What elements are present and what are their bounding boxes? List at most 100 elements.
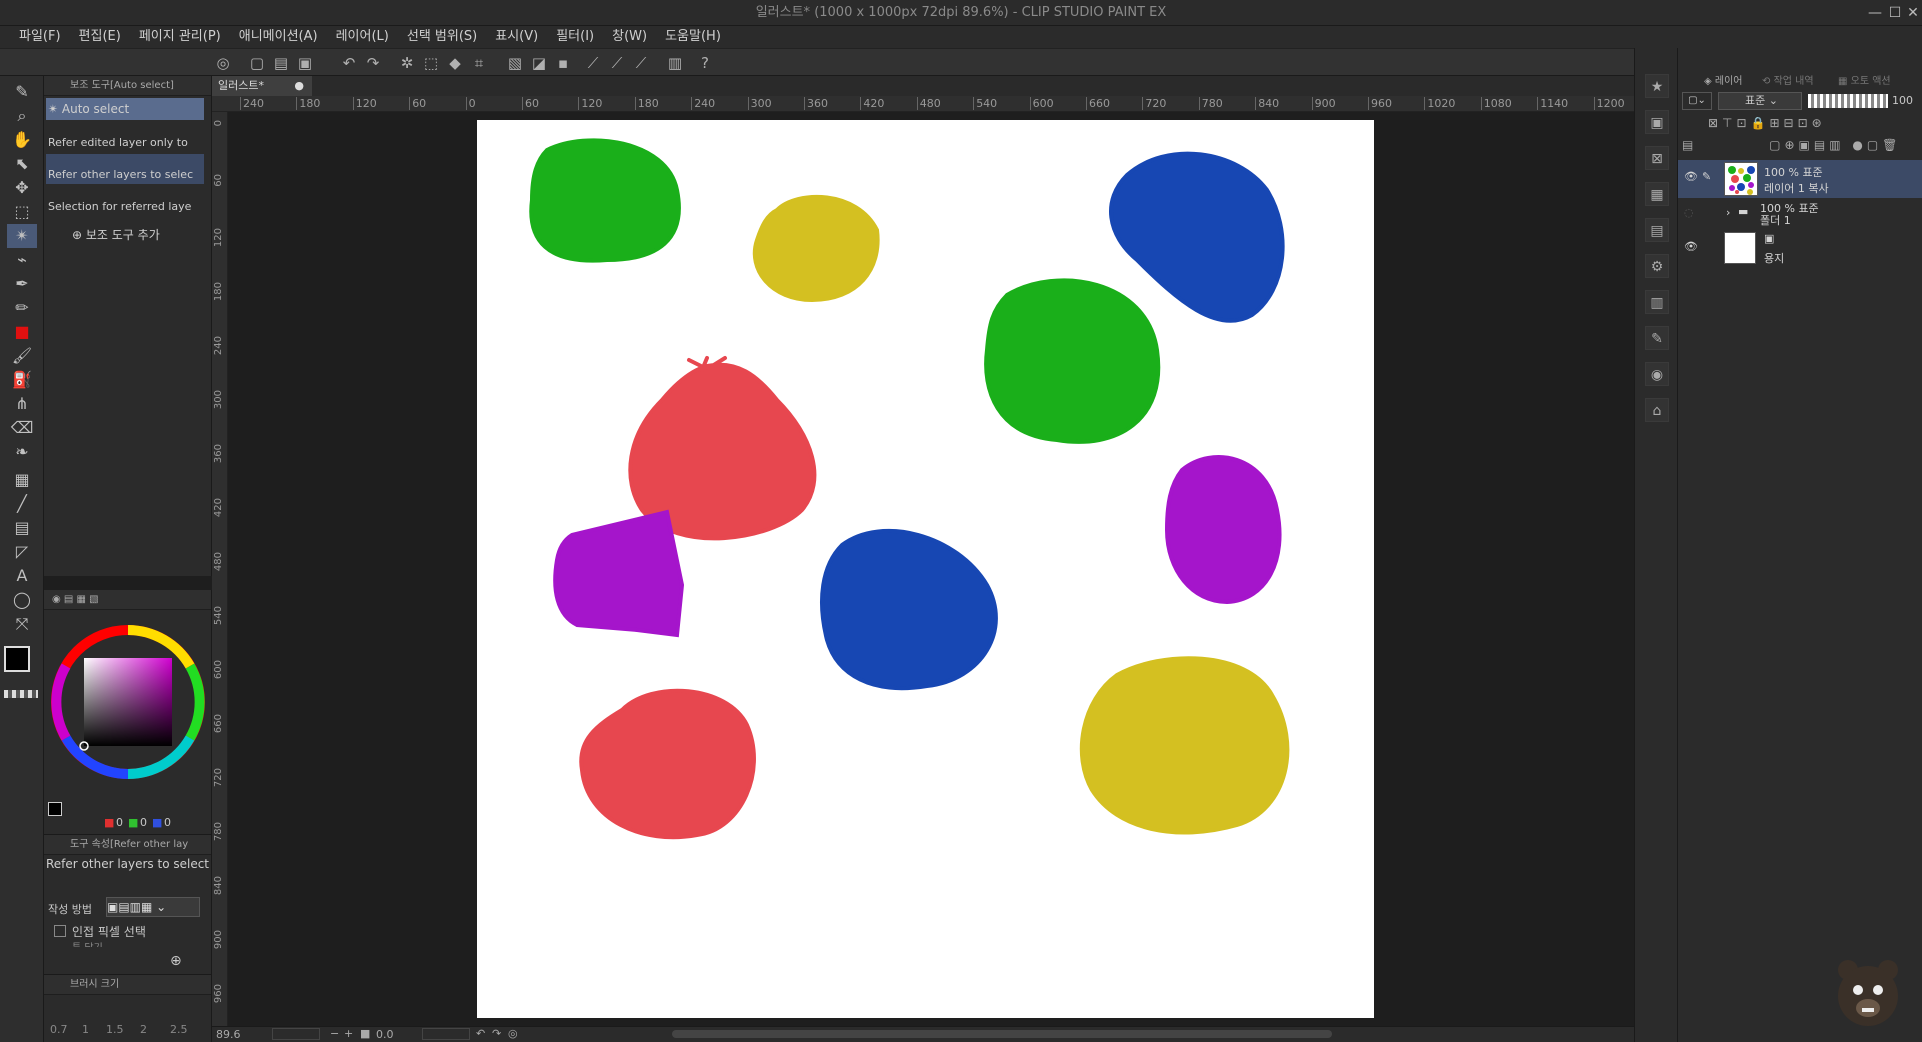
ruler-icon[interactable]: ◸ — [7, 540, 37, 564]
history-icon[interactable]: ✎ — [1645, 326, 1669, 350]
menu-filter[interactable]: 필터(I) — [547, 26, 603, 48]
transparent-color-swatch[interactable] — [4, 690, 38, 698]
item-bank-icon[interactable]: ⌂ — [1645, 398, 1669, 422]
angle-slider[interactable] — [422, 1028, 470, 1040]
main-color-swatch[interactable] — [4, 646, 30, 672]
pencil-icon[interactable]: ✏ — [7, 296, 37, 320]
sub-view-icon[interactable]: ⊠ — [1645, 146, 1669, 170]
menu-layer[interactable]: 레이어(L) — [327, 26, 398, 48]
auto-action-icon[interactable]: ◉ — [1645, 362, 1669, 386]
brush-size-1[interactable]: 1 — [82, 1023, 89, 1036]
save-icon[interactable]: ▣ — [294, 52, 316, 74]
undo-icon[interactable]: ↶ — [338, 52, 360, 74]
close-button[interactable]: ✕ — [1902, 0, 1922, 26]
opacity-value[interactable]: 100 — [1892, 94, 1913, 107]
line-icon[interactable]: ╱ — [7, 492, 37, 516]
clip-studio-icon[interactable]: ◎ — [212, 52, 234, 74]
layer-search-icon[interactable]: ⚙ — [1645, 254, 1669, 278]
tab-auto-action[interactable]: ▦ 오토 액션 — [1838, 72, 1891, 87]
brush-color-icon[interactable]: ■ — [7, 320, 37, 344]
reset-rotation-icon[interactable]: ◎ — [508, 1027, 518, 1040]
menu-animation[interactable]: 애니메이션(A) — [230, 26, 327, 48]
navigator-icon[interactable]: ▣ — [1645, 110, 1669, 134]
menu-file[interactable]: 파일(F) — [10, 26, 70, 48]
tab-layer[interactable]: ◈ 레이어 — [1704, 72, 1742, 87]
menu-view[interactable]: 표시(V) — [486, 26, 547, 48]
invert-selection-icon[interactable]: ◪ — [528, 52, 550, 74]
blend-mode-select[interactable]: 표준 ⌄ — [1718, 92, 1802, 110]
layer-tool-row-1[interactable]: ⊠⊤⊡🔒⊞⊟⊡⊛ — [1708, 116, 1826, 130]
zoom-value[interactable]: 89.6 — [216, 1028, 241, 1041]
object-select-icon[interactable]: ⬉ — [7, 152, 37, 176]
canvas-paper[interactable] — [477, 120, 1374, 1018]
stop-icon[interactable]: ■ — [360, 1027, 370, 1040]
zoom-icon[interactable]: ⌕ — [7, 104, 37, 128]
zoom-in-icon[interactable]: + — [344, 1027, 353, 1040]
text-icon[interactable]: A — [7, 564, 37, 588]
new-file-icon[interactable]: ▢ — [246, 52, 268, 74]
folder-expand-icon[interactable]: › — [1726, 206, 1730, 219]
subtool-refer-other[interactable]: Refer other layers to selec — [46, 154, 204, 184]
auto-select-icon[interactable]: ✴ — [7, 224, 37, 248]
frame-icon[interactable]: ▤ — [7, 516, 37, 540]
subtool-refer-edited[interactable]: Refer edited layer only to — [46, 122, 204, 152]
mode-buttons[interactable]: ▣▤▥▦ ⌄ — [106, 897, 200, 917]
redo-icon[interactable]: ↷ — [362, 52, 384, 74]
selection-border-icon[interactable]: ▪ — [552, 52, 574, 74]
selection-rect-icon[interactable]: ⬚ — [7, 200, 37, 224]
canvas-workspace[interactable] — [228, 112, 1634, 1026]
gradient-icon[interactable]: ▦ — [7, 468, 37, 492]
help-icon[interactable]: ? — [694, 52, 716, 74]
rotate-left-icon[interactable]: ↶ — [476, 1027, 485, 1040]
blend-icon[interactable]: ❧ — [7, 440, 37, 464]
crop-icon[interactable]: ⌗ — [468, 52, 490, 74]
move-icon[interactable]: ✥ — [7, 176, 37, 200]
snap-ruler-icon[interactable]: ⟋ — [582, 52, 604, 74]
subtool-auto-select[interactable]: ✴ Auto select — [46, 98, 204, 120]
material-icon[interactable]: ★ — [1645, 74, 1669, 98]
deselect-icon[interactable]: ▧ — [504, 52, 526, 74]
brush-size-2[interactable]: 1.5 — [106, 1023, 124, 1036]
settings-icon[interactable]: ⊕ — [170, 953, 182, 969]
eye-icon[interactable]: 👁 — [1684, 170, 1698, 183]
layer-tool-row-2[interactable]: ▤ ▢⊕▣▤▥ ●▢🗑 — [1678, 138, 1922, 152]
minimize-button[interactable]: — — [1864, 0, 1886, 26]
color-wheel[interactable] — [44, 618, 212, 786]
clear-icon[interactable]: ✲ — [396, 52, 418, 74]
illustration[interactable] — [477, 120, 1374, 1018]
bucket-icon[interactable]: ◆ — [444, 52, 466, 74]
zoom-out-icon[interactable]: − — [330, 1027, 339, 1040]
brush-size-3[interactable]: 2 — [140, 1023, 147, 1036]
horizontal-scrollbar[interactable] — [672, 1030, 1332, 1038]
layer-row-copy[interactable]: 👁 ✎ 100 % 표준 레이어 1 복사 — [1678, 160, 1922, 198]
brush-size-0[interactable]: 0.7 — [50, 1023, 68, 1036]
angle-value[interactable]: 0.0 — [376, 1028, 394, 1041]
document-tab[interactable]: 일러스트* ● — [212, 76, 312, 96]
menu-help[interactable]: 도움말(H) — [656, 26, 730, 48]
adjacent-pixel-checkbox[interactable] — [54, 925, 66, 937]
layer-property-icon[interactable]: ▤ — [1645, 218, 1669, 242]
correct-line-icon[interactable]: ⤧ — [7, 612, 37, 636]
balloon-icon[interactable]: ◯ — [7, 588, 37, 612]
pen-tool-icon[interactable]: ✎ — [7, 80, 37, 104]
layer-row-folder[interactable]: ◌ › ▬ 100 % 표준 폴더 1 — [1678, 200, 1922, 227]
snap-special-ruler-icon[interactable]: ⟋ — [606, 52, 628, 74]
menu-selection[interactable]: 선택 범위(S) — [398, 26, 486, 48]
eraser-icon[interactable]: ⌫ — [7, 416, 37, 440]
mini-main-color[interactable] — [48, 802, 62, 816]
decoration-icon[interactable]: ⋔ — [7, 392, 37, 416]
pen-icon[interactable]: ✒ — [7, 272, 37, 296]
menu-edit[interactable]: 편집(E) — [70, 26, 130, 48]
open-file-icon[interactable]: ▤ — [270, 52, 292, 74]
add-subtool-button[interactable]: ⊕ 보조 도구 추가 — [72, 226, 160, 243]
device-settings-icon[interactable]: ▥ — [664, 52, 686, 74]
opacity-slider[interactable] — [1808, 94, 1888, 108]
rotate-right-icon[interactable]: ↷ — [492, 1027, 501, 1040]
tab-modified-icon[interactable]: ● — [294, 76, 312, 96]
subtool-selection-referred[interactable]: Selection for referred laye — [46, 186, 204, 216]
brush-size-4[interactable]: 2.5 — [170, 1023, 188, 1036]
layer-row-paper[interactable]: 👁 ▣ 용지 — [1678, 230, 1922, 268]
fill-icon[interactable]: ⬚ — [420, 52, 442, 74]
airbrush-icon[interactable]: ⛽ — [7, 368, 37, 392]
menu-page[interactable]: 페이지 관리(P) — [130, 26, 230, 48]
